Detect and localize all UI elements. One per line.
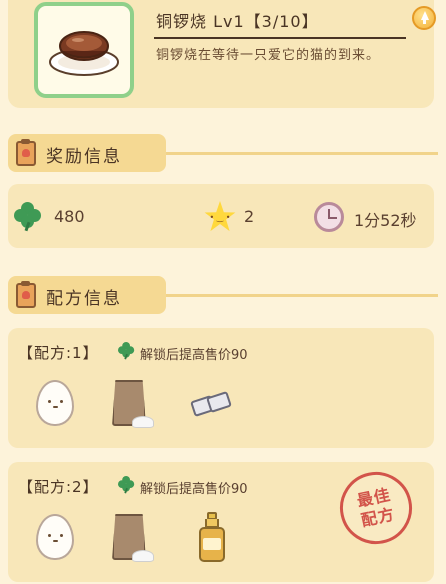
flour-bag-icon [110, 380, 154, 428]
flour-bag-icon [110, 514, 154, 562]
recipe-label: 【配方:1】 [18, 344, 99, 362]
clover-icon [118, 476, 135, 494]
star-face: • ‿ • [209, 213, 231, 222]
egg-icon [36, 380, 74, 426]
clover-count: 480 [54, 207, 85, 226]
clover-icon [14, 202, 42, 232]
stamp-text: 最佳 配方 [355, 484, 397, 531]
recipe-label: 【配方:2】 [18, 478, 99, 496]
star-count: 2 [244, 207, 255, 226]
clock-icon [314, 202, 344, 232]
dorayaki-icon [49, 31, 119, 76]
item-thumbnail[interactable] [34, 2, 134, 98]
title-underline [154, 37, 406, 39]
oil-bottle-icon [198, 512, 226, 562]
section-divider [166, 152, 438, 155]
upgrade-coin-icon[interactable] [412, 6, 436, 30]
egg-icon [36, 514, 74, 560]
reward-section-header: 奖励信息 [8, 134, 166, 172]
clipboard-icon [16, 281, 36, 308]
recipe-section-header: 配方信息 [8, 276, 166, 314]
reward-section-title: 奖励信息 [46, 147, 122, 167]
recipe-unlock-hint: 解锁后提高售价90 [140, 348, 248, 363]
item-card: 铜锣烧 Lv1【3/10】 铜锣烧在等待一只爱它的猫的到来。 [8, 0, 436, 108]
section-divider [166, 294, 438, 297]
salt-blocks-icon [190, 390, 236, 420]
recipe-card-1[interactable]: 【配方:1】 解锁后提高售价90 [8, 328, 434, 448]
reward-card: 480 • ‿ • 2 1分52秒 [8, 184, 434, 248]
item-description: 铜锣烧在等待一只爱它的猫的到来。 [156, 48, 381, 63]
item-title: 铜锣烧 Lv1【3/10】 [156, 12, 319, 31]
clover-icon [118, 342, 135, 360]
clipboard-icon [16, 139, 36, 166]
recipe-unlock-hint: 解锁后提高售价90 [140, 482, 248, 497]
time-value: 1分52秒 [354, 211, 417, 230]
recipe-section-title: 配方信息 [46, 289, 122, 309]
